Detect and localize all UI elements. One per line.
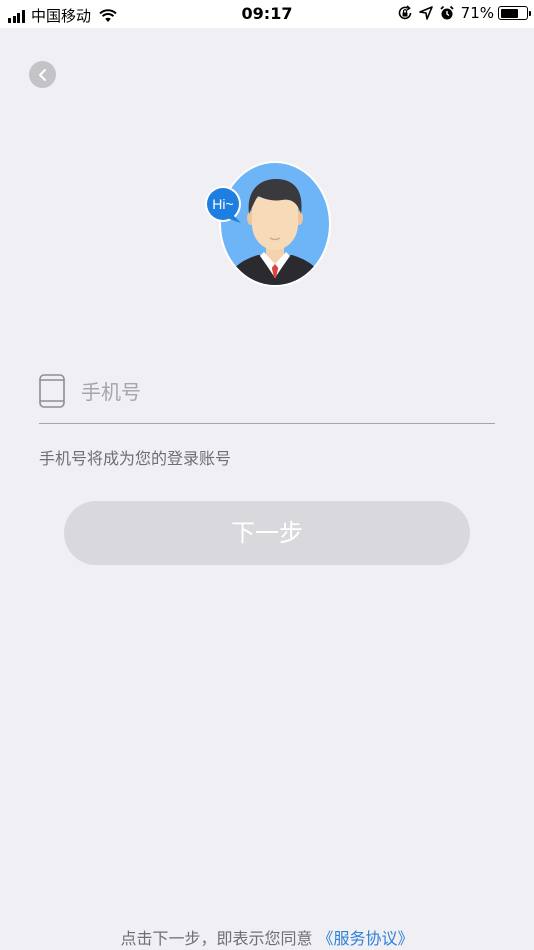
phone-input[interactable] — [81, 372, 481, 412]
chevron-left-icon — [38, 68, 46, 81]
location-icon — [418, 6, 433, 20]
alarm-icon — [439, 5, 455, 21]
agreement-prefix: 点击下一步，即表示您同意 — [120, 929, 313, 948]
status-right: 71% — [391, 4, 531, 22]
service-agreement-link[interactable]: 《服务协议》 — [318, 929, 414, 948]
mobile-phone-icon — [39, 374, 65, 408]
battery-icon — [498, 6, 531, 20]
status-bar: 中国移动 09:17 71% — [0, 0, 534, 28]
back-button[interactable] — [29, 61, 56, 88]
phone-field-row — [39, 368, 495, 424]
avatar-illustration: Hi~ — [203, 160, 333, 290]
phone-hint-text: 手机号将成为您的登录账号 — [39, 449, 232, 468]
orientation-lock-icon — [397, 5, 413, 21]
battery-level — [500, 8, 519, 18]
hi-bubble-text: Hi~ — [212, 196, 234, 212]
agreement-footer: 点击下一步，即表示您同意 《服务协议》 — [0, 925, 534, 949]
battery-percent: 71% — [460, 4, 494, 22]
next-step-button[interactable]: 下一步 — [64, 501, 470, 565]
